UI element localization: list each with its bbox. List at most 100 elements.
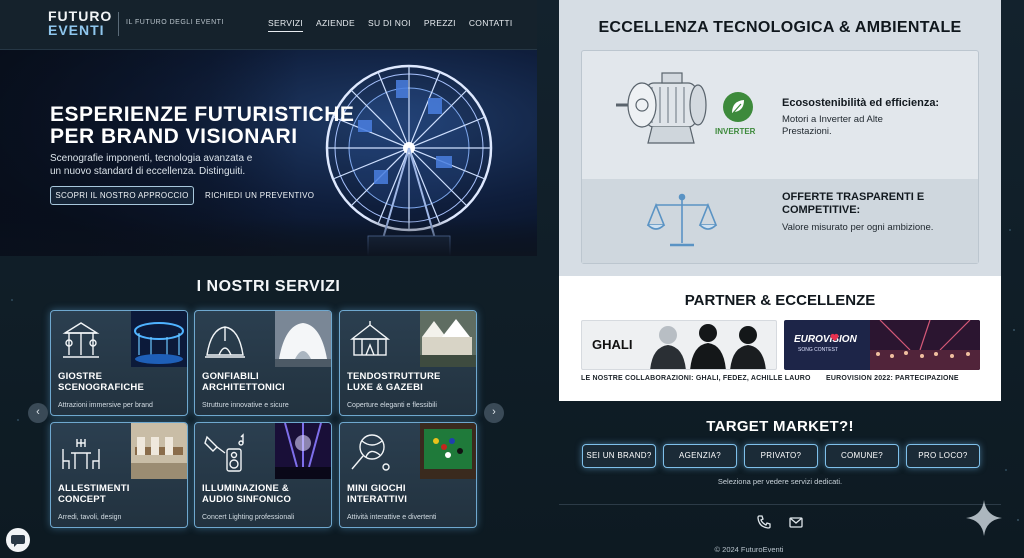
artists-silhouettes-image xyxy=(650,324,766,369)
ghali-label: GHALI xyxy=(592,337,633,352)
service-card-tendostrutture[interactable]: TENDOSTRUTTURE LUXE & GAZEBI Coperture e… xyxy=(339,310,477,416)
partner-card-ghali[interactable]: GHALI xyxy=(581,320,777,370)
service-card-giostre[interactable]: GIOSTRE SCENOGRAFICHE Attrazioni immersi… xyxy=(50,310,188,416)
discover-approach-button[interactable]: SCOPRI IL NOSTRO APPROCCIO xyxy=(50,186,194,205)
site-header: FUTURO EVENTI IL FUTURO DEGLI EVENTI SER… xyxy=(0,0,537,50)
card-title-line2: LUXE & GAZEBI xyxy=(347,382,423,393)
nav-item-aziende[interactable]: AZIENDE xyxy=(316,18,355,32)
feature1-title: Ecosostenibilità ed efficienza: xyxy=(782,97,940,109)
footer-divider xyxy=(559,504,1001,505)
nav-item-contatti[interactable]: CONTATTI xyxy=(469,18,513,32)
feature1-description: Motori a Inverter ad Alte Prestazioni. xyxy=(782,114,883,138)
chat-bubble-icon xyxy=(11,535,25,547)
partner-section: PARTNER & ECCELLENZE GHALI EUROVISION SO… xyxy=(559,276,1001,401)
gazebo-photo xyxy=(420,311,476,367)
service-card-illuminazione[interactable]: ILLUMINAZIONE & AUDIO SINFONICO Concert … xyxy=(194,422,332,528)
phone-icon[interactable] xyxy=(756,514,772,530)
card-title: GONFIABILI ARCHITETTONICI xyxy=(202,371,328,393)
tagline: IL FUTURO DEGLI EVENTI xyxy=(126,19,224,26)
feature-box: INVERTER Ecosostenibilità ed efficienza:… xyxy=(581,50,979,264)
eurovision-sub-text: SONG CONTEST xyxy=(798,347,839,353)
chat-button[interactable] xyxy=(6,528,30,552)
table-chairs-icon xyxy=(62,439,100,469)
request-quote-link[interactable]: RICHIEDI UN PREVENTIVO xyxy=(205,191,314,200)
card-description: Attività interattive e divertenti xyxy=(347,514,437,521)
feature2-title: OFFERTE TRASPARENTI E COMPETITIVE: xyxy=(782,191,924,217)
service-card-allestimenti[interactable]: ALLESTIMENTI CONCEPT Arredi, tavoli, des… xyxy=(50,422,188,528)
carousel-next-button[interactable]: › xyxy=(484,403,504,423)
heart-icon xyxy=(830,333,839,342)
card-title-line1: GONFIABILI xyxy=(202,371,259,382)
card-description: Strutture innovative e sicure xyxy=(202,402,289,409)
feature2-title-line1: OFFERTE TRASPARENTI E xyxy=(782,191,925,203)
hero-title-line2: PER BRAND VISIONARI xyxy=(50,125,298,148)
spotlight-speaker-icon xyxy=(204,433,244,472)
logo-divider xyxy=(118,12,119,36)
partner-card-eurovision[interactable]: EUROVISION SONG CONTEST xyxy=(784,320,980,370)
carousel-prev-button[interactable]: ‹ xyxy=(28,403,48,423)
sparkle-icon xyxy=(966,500,1002,536)
billiard-game-photo xyxy=(420,423,476,479)
target-brand-button[interactable]: SEI UN BRAND? xyxy=(582,444,656,468)
nav-item-su-di-noi[interactable]: SU DI NOI xyxy=(368,18,411,32)
concert-lights-photo xyxy=(275,423,331,479)
feature2-row: OFFERTE TRASPARENTI E COMPETITIVE: Valor… xyxy=(582,179,978,263)
target-market-title: TARGET MARKET?! xyxy=(706,418,854,435)
electric-motor-icon xyxy=(616,72,707,144)
card-title-line1: GIOSTRE xyxy=(58,371,103,382)
feature2-description: Valore misurato per ogni ambizione. xyxy=(782,222,934,233)
card-description: Arredi, tavoli, design xyxy=(58,514,122,521)
feature1-description-line1: Motori a Inverter ad Alte xyxy=(782,114,883,125)
card-description: Attrazioni immersive per brand xyxy=(58,402,153,409)
hero-subtitle-line1: Scenografie imponenti, tecnologia avanza… xyxy=(50,153,253,164)
service-card-gonfiabili[interactable]: GONFIABILI ARCHITETTONICI Strutture inno… xyxy=(194,310,332,416)
card-description: Coperture eleganti e flessibili xyxy=(347,402,437,409)
service-card-mini-giochi[interactable]: MINI GIOCHI INTERATTIVI Attività interat… xyxy=(339,422,477,528)
card-title: ILLUMINAZIONE & AUDIO SINFONICO xyxy=(202,483,328,505)
eccellenza-section: ECCELLENZA TECNOLOGICA & AMBIENTALE INVE… xyxy=(559,0,1001,276)
logo-bottom-text: EVENTI xyxy=(48,22,105,38)
circus-tent-icon xyxy=(349,321,391,356)
partner-caption-eurovision: EUROVISION 2022: PARTECIPAZIONE xyxy=(826,375,959,382)
card-title-line2: SCENOGRAFICHE xyxy=(58,382,144,393)
card-title-line2: CONCEPT xyxy=(58,494,106,505)
card-title: MINI GIOCHI INTERATTIVI xyxy=(347,483,473,505)
card-title-line1: ILLUMINAZIONE & xyxy=(202,483,289,494)
card-title-line2: ARCHITETTONICI xyxy=(202,382,285,393)
card-title: TENDOSTRUTTURE LUXE & GAZEBI xyxy=(347,371,473,393)
partner-caption-collaborations: LE NOSTRE COLLABORAZIONI: GHALI, FEDEZ, … xyxy=(581,375,811,382)
services-title: I NOSTRI SERVIZI xyxy=(196,278,341,295)
nav-item-prezzi[interactable]: PREZZI xyxy=(424,18,456,32)
eccellenza-title: ECCELLENZA TECNOLOGICA & AMBIENTALE xyxy=(598,19,962,36)
feature2-title-line2: COMPETITIVE: xyxy=(782,204,861,216)
card-title-line1: TENDOSTRUTTURE xyxy=(347,371,441,382)
dining-setup-photo xyxy=(131,423,187,479)
balance-scale-icon xyxy=(646,193,718,247)
logo[interactable]: FUTURO EVENTI xyxy=(48,9,112,37)
email-icon[interactable] xyxy=(788,514,804,530)
hero-title-line1: ESPERIENZE FUTURISTICHE xyxy=(50,103,355,126)
card-title-line2: AUDIO SINFONICO xyxy=(202,494,292,505)
logo-top-text: FUTURO xyxy=(48,8,113,24)
target-comune-button[interactable]: COMUNE? xyxy=(825,444,899,468)
hero-subtitle-line2: un nuovo standard di eccellenza. Disting… xyxy=(50,166,246,177)
main-nav: SERVIZI AZIENDE SU DI NOI PREZZI CONTATT… xyxy=(268,18,512,32)
concert-crowd-image xyxy=(870,320,980,370)
target-pro-loco-button[interactable]: PRO LOCO? xyxy=(906,444,980,468)
inverter-label: INVERTER xyxy=(715,127,756,136)
card-description: Concert Lighting professionali xyxy=(202,514,295,521)
card-title-line2: INTERATTIVI xyxy=(347,494,408,505)
target-agenzia-button[interactable]: AGENZIA? xyxy=(663,444,737,468)
carousel-icon xyxy=(62,322,100,358)
leaf-eco-icon xyxy=(723,92,753,122)
nav-item-servizi[interactable]: SERVIZI xyxy=(268,18,304,32)
eurovision-logo-text: EUROVISION xyxy=(794,334,857,345)
ball-racket-icon xyxy=(351,434,390,471)
main-site-panel: FUTURO EVENTI IL FUTURO DEGLI EVENTI SER… xyxy=(0,0,537,558)
hero-subtitle: Scenografie imponenti, tecnologia avanza… xyxy=(50,152,290,178)
feature1-description-line2: Prestazioni. xyxy=(782,126,832,137)
card-title-line1: ALLESTIMENTI xyxy=(58,483,130,494)
carousel-photo xyxy=(131,311,187,367)
target-privato-button[interactable]: PRIVATO? xyxy=(744,444,818,468)
target-hint: Seleziona per vedere servizi dedicati. xyxy=(717,477,843,486)
